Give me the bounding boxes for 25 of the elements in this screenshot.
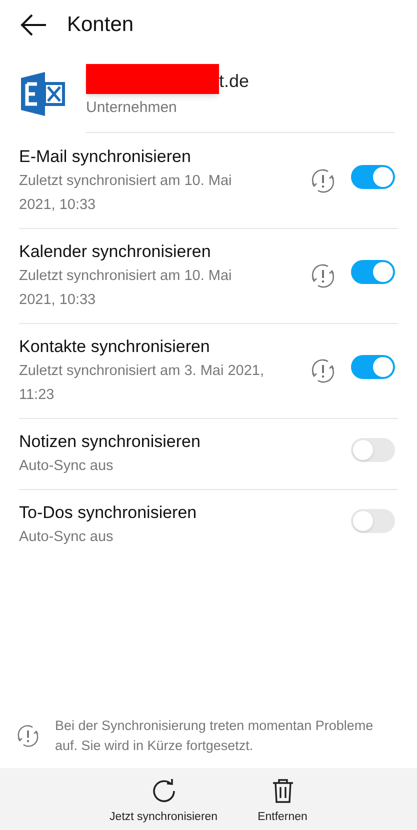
- account-type: Unternehmen: [86, 98, 178, 118]
- sync-title: Kalender synchronisieren: [19, 240, 212, 262]
- sync-status: Zuletzt synchronisiert am 10. Mai 2021, 10:33: [19, 266, 233, 310]
- sync-toggle[interactable]: [351, 438, 395, 462]
- sync-status: Zuletzt synchronisiert am 10. Mai 2021, 10:33: [19, 172, 233, 214]
- sync-toggle[interactable]: [351, 354, 395, 378]
- sync-warning-icon: [16, 724, 40, 748]
- sync-status: Auto-Sync aus: [19, 528, 114, 546]
- sync-toggle[interactable]: [351, 164, 395, 188]
- refresh-icon: [150, 778, 177, 804]
- sync-status: Zuletzt synchronisiert am 3. Mai 2021, 11:23: [19, 362, 265, 404]
- sync-title: E-Mail synchronisieren: [19, 146, 192, 168]
- sync-title: To-Dos synchronisieren: [19, 502, 198, 524]
- sync-title: Notizen synchronisieren: [19, 430, 202, 452]
- page-title: Konten: [67, 12, 134, 38]
- sync-problem-notice: Bei der Synchronisierung treten momentan Probleme auf. Sie wird in Kürze fortgesetzt.: [55, 717, 374, 755]
- sync-toggle[interactable]: [351, 508, 395, 532]
- sync-status: Auto-Sync aus: [19, 456, 114, 476]
- trash-icon: [270, 778, 295, 804]
- delete-action-button[interactable]: Entfernen: [258, 778, 308, 830]
- sync-toggle[interactable]: [351, 260, 395, 284]
- sync-action-button[interactable]: Jetzt synchronisieren: [110, 778, 218, 830]
- account-name: t.de: [219, 70, 250, 93]
- sync-title: Kontakte synchronisieren: [19, 336, 211, 358]
- exchange-logo-icon: [19, 70, 67, 118]
